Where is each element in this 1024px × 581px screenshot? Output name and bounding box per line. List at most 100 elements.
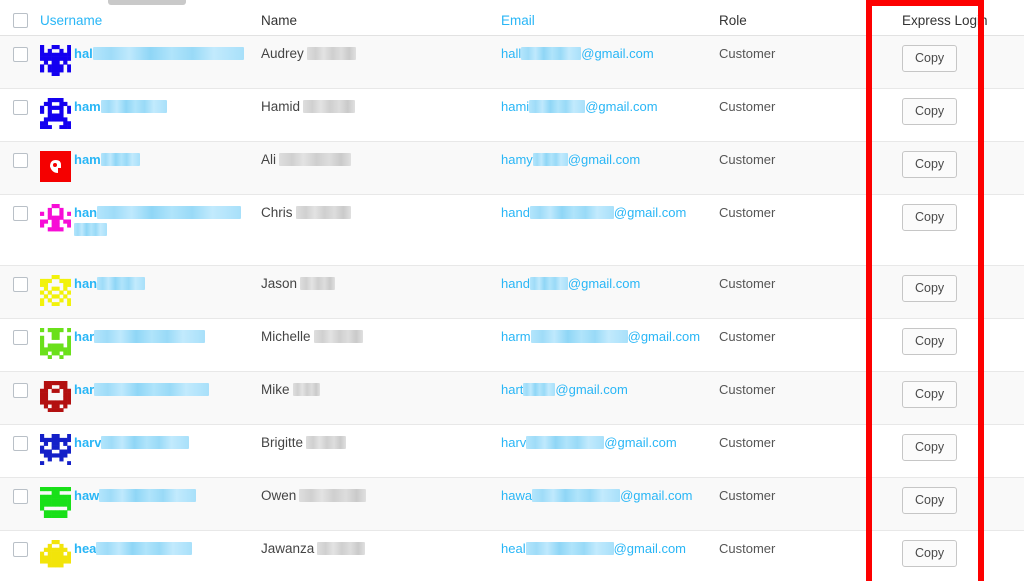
row-select-checkbox[interactable] [13, 277, 28, 292]
email-cell[interactable]: hall @gmail.com [501, 45, 719, 63]
username-prefix[interactable]: hea [74, 541, 96, 556]
email-text[interactable]: hamy @gmail.com [501, 152, 640, 167]
username-prefix[interactable]: harv [74, 435, 101, 450]
row-select-cell[interactable] [0, 540, 40, 557]
email-text[interactable]: hart @gmail.com [501, 382, 628, 397]
email-cell[interactable]: hand @gmail.com [501, 275, 719, 293]
column-header-name[interactable]: Name [261, 13, 501, 28]
username-cell[interactable]: han [40, 204, 261, 236]
row-select-checkbox[interactable] [13, 47, 28, 62]
username-prefix[interactable]: han [74, 205, 97, 220]
email-cell[interactable]: hawa @gmail.com [501, 487, 719, 505]
row-select-cell[interactable] [0, 381, 40, 398]
email-cell[interactable]: harm @gmail.com [501, 328, 719, 346]
email-cell[interactable]: hamy @gmail.com [501, 151, 719, 169]
copy-button[interactable]: Copy [902, 487, 958, 514]
table-row[interactable]: han Jason hand @gmail.com Customer Copy [0, 266, 1024, 319]
username-prefix[interactable]: ham [74, 99, 101, 114]
copy-button[interactable]: Copy [902, 381, 958, 408]
express-login-cell[interactable]: Copy [882, 151, 1024, 178]
username-prefix[interactable]: har [74, 329, 94, 344]
row-select-checkbox[interactable] [13, 153, 28, 168]
column-header-role-label[interactable]: Role [719, 13, 747, 28]
email-text[interactable]: hand @gmail.com [501, 205, 686, 220]
express-login-cell[interactable]: Copy [882, 45, 1024, 72]
table-row[interactable]: harv Brigitte harv @gmail.com Customer Copy [0, 425, 1024, 478]
username-cell[interactable]: harv [40, 434, 261, 465]
username-prefix[interactable]: han [74, 276, 97, 291]
table-row[interactable]: hea Jawanza heal @gmail.com Customer Copy [0, 531, 1024, 581]
email-text[interactable]: hawa @gmail.com [501, 488, 693, 503]
row-select-cell[interactable] [0, 98, 40, 115]
table-row[interactable]: han Chris hand @gmail.com Customer Copy [0, 195, 1024, 266]
username-prefix[interactable]: haw [74, 488, 99, 503]
email-text[interactable]: hand @gmail.com [501, 276, 640, 291]
copy-button[interactable]: Copy [902, 434, 958, 461]
row-select-cell[interactable] [0, 204, 40, 221]
express-login-cell[interactable]: Copy [882, 381, 1024, 408]
column-header-email-label[interactable]: Email [501, 13, 535, 28]
table-row[interactable]: ham Hamid hami @gmail.com Customer Copy [0, 89, 1024, 142]
username-cell[interactable]: hal [40, 45, 261, 76]
express-login-cell[interactable]: Copy [882, 275, 1024, 302]
email-text[interactable]: harv @gmail.com [501, 435, 677, 450]
username-cell[interactable]: haw [40, 487, 261, 518]
copy-button[interactable]: Copy [902, 204, 958, 231]
row-select-cell[interactable] [0, 434, 40, 451]
email-cell[interactable]: heal @gmail.com [501, 540, 719, 558]
row-select-checkbox[interactable] [13, 489, 28, 504]
email-cell[interactable]: harv @gmail.com [501, 434, 719, 452]
email-cell[interactable]: hart @gmail.com [501, 381, 719, 399]
email-text[interactable]: hall @gmail.com [501, 46, 654, 61]
column-header-name-label[interactable]: Name [261, 13, 297, 28]
username-cell[interactable]: hea [40, 540, 261, 571]
row-select-checkbox[interactable] [13, 383, 28, 398]
username-prefix[interactable]: har [74, 382, 94, 397]
table-row[interactable]: ham Ali hamy @gmail.com Customer Copy [0, 142, 1024, 195]
select-all-cell[interactable] [0, 12, 40, 28]
express-login-cell[interactable]: Copy [882, 487, 1024, 514]
express-login-cell[interactable]: Copy [882, 540, 1024, 567]
copy-button[interactable]: Copy [902, 275, 958, 302]
row-select-cell[interactable] [0, 45, 40, 62]
express-login-cell[interactable]: Copy [882, 328, 1024, 355]
row-select-cell[interactable] [0, 151, 40, 168]
email-text[interactable]: hami @gmail.com [501, 99, 658, 114]
express-login-cell[interactable]: Copy [882, 204, 1024, 231]
express-login-cell[interactable]: Copy [882, 98, 1024, 125]
table-row[interactable]: har Mike hart @gmail.com Customer Copy [0, 372, 1024, 425]
row-select-checkbox[interactable] [13, 436, 28, 451]
copy-button[interactable]: Copy [902, 151, 958, 178]
column-header-role[interactable]: Role [719, 13, 882, 28]
username-cell[interactable]: ham [40, 98, 261, 129]
email-text[interactable]: harm @gmail.com [501, 329, 700, 344]
row-select-checkbox[interactable] [13, 542, 28, 557]
row-select-cell[interactable] [0, 328, 40, 345]
column-header-username-label[interactable]: Username [40, 13, 102, 28]
express-login-cell[interactable]: Copy [882, 434, 1024, 461]
row-select-checkbox[interactable] [13, 330, 28, 345]
copy-button[interactable]: Copy [902, 98, 958, 125]
column-header-username[interactable]: Username [40, 13, 261, 28]
row-select-cell[interactable] [0, 275, 40, 292]
select-all-checkbox[interactable] [13, 12, 28, 28]
username-cell[interactable]: har [40, 381, 261, 412]
username-prefix[interactable]: hal [74, 46, 93, 61]
username-cell[interactable]: ham [40, 151, 261, 182]
column-header-email[interactable]: Email [501, 13, 719, 28]
table-row[interactable]: haw Owen hawa @gmail.com Customer Copy [0, 478, 1024, 531]
copy-button[interactable]: Copy [902, 328, 958, 355]
table-row[interactable]: hal Audrey hall @gmail.com Customer Copy [0, 36, 1024, 89]
username-prefix[interactable]: ham [74, 152, 101, 167]
username-cell[interactable]: han [40, 275, 261, 306]
copy-button[interactable]: Copy [902, 45, 958, 72]
email-cell[interactable]: hami @gmail.com [501, 98, 719, 116]
username-cell[interactable]: har [40, 328, 261, 359]
table-row[interactable]: har Michelle harm @gmail.com Customer Copy [0, 319, 1024, 372]
copy-button[interactable]: Copy [902, 540, 958, 567]
row-select-cell[interactable] [0, 487, 40, 504]
row-select-checkbox[interactable] [13, 100, 28, 115]
email-text[interactable]: heal @gmail.com [501, 541, 686, 556]
row-select-checkbox[interactable] [13, 206, 28, 221]
email-cell[interactable]: hand @gmail.com [501, 204, 719, 222]
